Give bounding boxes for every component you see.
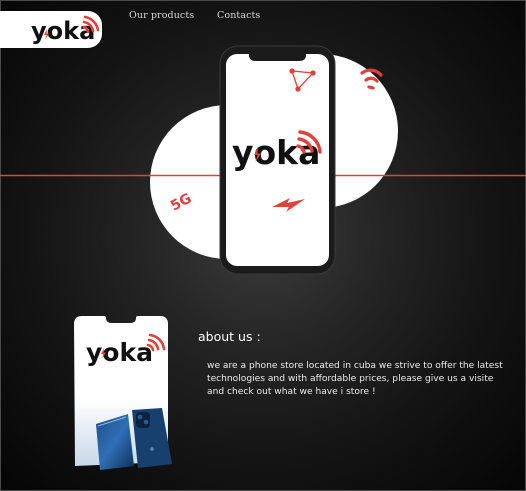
card-logo-text: yoka — [86, 338, 153, 367]
phone-logo-text: yoka — [232, 133, 320, 172]
phone-screen-logo: yoka — [232, 130, 322, 172]
about-card: yoka — [74, 316, 172, 470]
phone-notch — [249, 52, 306, 61]
about-title: about us : — [198, 329, 261, 344]
about-description: we are a phone store located in cuba we … — [207, 361, 503, 398]
